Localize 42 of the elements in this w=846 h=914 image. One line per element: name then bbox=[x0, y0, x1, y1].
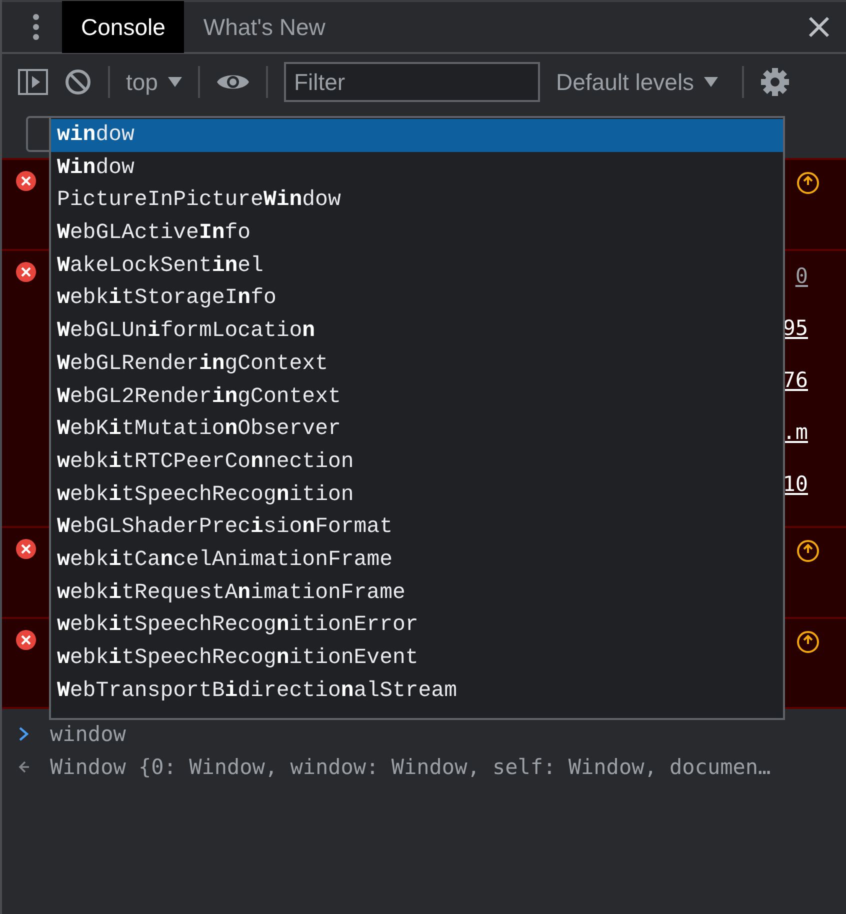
suggestion-item[interactable]: webkitSpeechRecognitionEvent bbox=[51, 642, 783, 675]
suggestion-item[interactable]: webkitRTCPeerConnection bbox=[51, 446, 783, 479]
console-input[interactable]: window bbox=[50, 722, 126, 746]
suggestion-item[interactable]: WebTransportBidirectionalStream bbox=[51, 674, 783, 708]
result-arrow-icon bbox=[18, 758, 30, 774]
result-text: Window {0: Window, window: Window, self: Window, documen… bbox=[50, 754, 771, 778]
tab[interactable]: What's New bbox=[184, 1, 344, 53]
sidebar-toggle-icon[interactable] bbox=[18, 69, 48, 95]
close-icon[interactable] bbox=[808, 16, 830, 38]
suggestion-item[interactable]: WakeLockSentinel bbox=[51, 250, 783, 282]
caret-icon bbox=[704, 77, 718, 87]
error-icon bbox=[16, 262, 36, 282]
context-dropdown[interactable]: top bbox=[126, 68, 182, 96]
error-icon bbox=[16, 630, 36, 650]
levels-dropdown[interactable]: Default levels bbox=[556, 68, 718, 96]
error-icon bbox=[16, 171, 36, 191]
prompt-chevron-icon bbox=[18, 726, 30, 742]
tab[interactable]: Console bbox=[62, 1, 184, 53]
suggestion-item[interactable]: WebGL2RenderingContext bbox=[51, 380, 783, 414]
clear-icon[interactable] bbox=[64, 68, 92, 96]
suggestion-item[interactable]: WebGLRenderingContext bbox=[51, 348, 783, 380]
caret-icon bbox=[168, 77, 182, 87]
suggestion-item[interactable]: PictureInPictureWindow bbox=[51, 184, 783, 218]
suggestion-item[interactable]: WebKitMutationObserver bbox=[51, 413, 783, 446]
link[interactable]: 10 bbox=[782, 469, 808, 499]
error-icon bbox=[16, 539, 36, 559]
suggestion-item[interactable]: WebGLShaderPrecisionFormat bbox=[51, 511, 783, 544]
suggestion-item[interactable]: window bbox=[51, 119, 783, 152]
suggestion-item[interactable]: webkitRequestAnimationFrame bbox=[51, 576, 783, 610]
suggestion-item[interactable]: webkitSpeechRecognitionError bbox=[51, 609, 783, 642]
settings-icon[interactable] bbox=[760, 67, 790, 97]
link[interactable]: .m bbox=[782, 417, 808, 447]
filter-field[interactable]: Filter bbox=[284, 62, 540, 102]
link[interactable]: 0 bbox=[795, 261, 808, 291]
suggestion-item[interactable]: Window bbox=[51, 152, 783, 184]
link[interactable]: 95 bbox=[782, 313, 808, 343]
suggestion-item[interactable]: webkitStorageInfo bbox=[51, 282, 783, 316]
link[interactable]: 76 bbox=[782, 365, 808, 395]
suggestion-item[interactable]: WebGLUniformLocation bbox=[51, 315, 783, 348]
suggestion-item[interactable]: webkitSpeechRecognition bbox=[51, 478, 783, 512]
suggestion-item[interactable]: WebGLActiveInfo bbox=[51, 217, 783, 250]
suggestion-item[interactable]: webkitCancelAnimationFrame bbox=[51, 544, 783, 577]
